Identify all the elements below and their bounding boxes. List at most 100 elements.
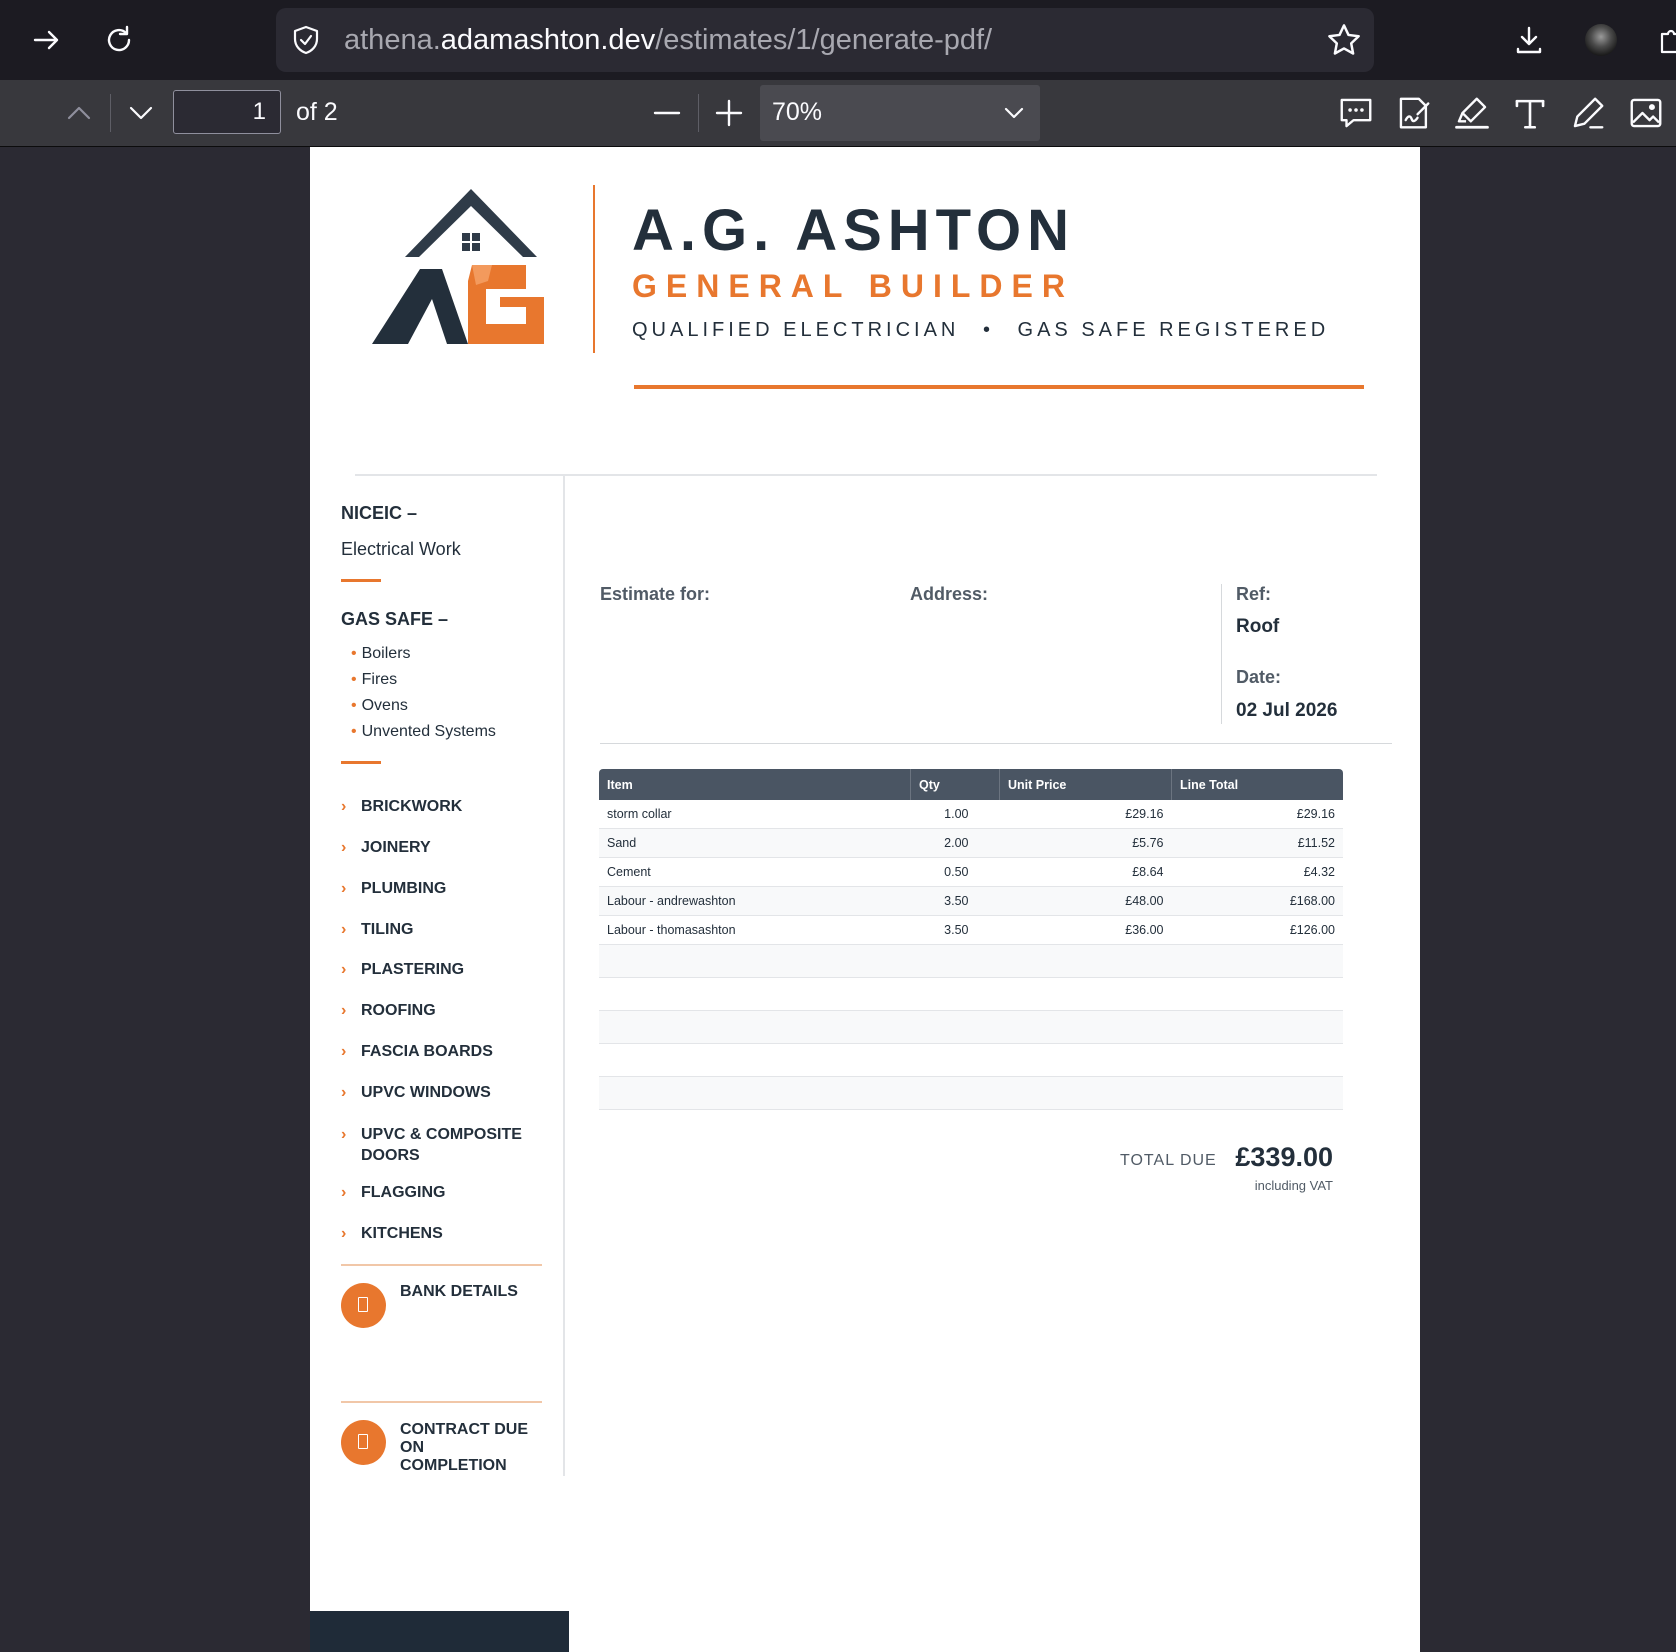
qty-cell: 1.00 <box>910 800 1000 829</box>
downloads-button[interactable] <box>1507 18 1551 62</box>
niceic-text: Electrical Work <box>341 539 461 559</box>
info-divider <box>600 743 1392 744</box>
download-icon <box>1516 26 1542 54</box>
col-item: Item <box>599 769 911 800</box>
ref-value: Roof <box>1236 616 1280 637</box>
brand-underline <box>634 385 1364 389</box>
avatar <box>1585 24 1617 56</box>
arrow-right-icon <box>33 30 59 50</box>
browser-toolbar: athena.adamashton.dev/estimates/1/genera… <box>0 0 1676 80</box>
toolbar-separator <box>110 94 111 132</box>
highlight-icon[interactable] <box>1453 94 1491 132</box>
service-plastering: › PLASTERING <box>341 961 465 978</box>
table-row: Labour - thomasashton 3.50 £36.00 £126.0… <box>599 915 1343 945</box>
table-row: Cement 0.50 £8.64 £4.32 <box>599 857 1343 887</box>
pdf-viewer[interactable]: A.G. ASHTON GENERAL BUILDER QUALIFIED EL… <box>0 147 1676 1652</box>
line-total-cell: £11.52 <box>1171 828 1343 858</box>
bank-details-heading: BANK DETAILS <box>400 1283 518 1300</box>
col-line-total: Line Total <box>1171 769 1343 800</box>
accent-rule <box>341 579 381 582</box>
service-tiling: › TILING <box>341 921 414 938</box>
pdf-toolbar: 1 of 2 70% <box>0 80 1676 147</box>
unit-price-cell: £5.76 <box>999 828 1172 858</box>
qty-cell: 0.50 <box>910 857 1000 887</box>
empty-row <box>599 944 1343 978</box>
company-subtitle: GENERAL BUILDER <box>632 268 1074 304</box>
service-plumbing: › PLUMBING <box>341 880 447 897</box>
empty-row <box>599 1010 1343 1044</box>
account-button[interactable] <box>1579 18 1623 62</box>
add-image-icon[interactable] <box>1627 94 1665 132</box>
line-total-cell: £168.00 <box>1171 886 1343 916</box>
text-icon[interactable] <box>1511 94 1549 132</box>
empty-row <box>599 977 1343 1011</box>
ref-label: Ref: <box>1236 584 1271 604</box>
zoom-out-icon[interactable] <box>652 98 682 128</box>
extensions-button[interactable] <box>1650 18 1676 62</box>
ag-logo <box>372 189 544 344</box>
vat-note: including VAT <box>1254 1178 1333 1193</box>
gas-safe-heading: GAS SAFE – <box>341 609 449 629</box>
total-due-amount: £339.00 <box>1235 1142 1333 1172</box>
next-page-icon[interactable] <box>126 98 156 128</box>
zoom-select[interactable]: 70% <box>760 85 1040 141</box>
line-total-cell: £4.32 <box>1171 857 1343 887</box>
line-total-cell: £29.16 <box>1171 800 1343 829</box>
ref-divider <box>1221 584 1222 724</box>
niceic-heading: NICEIC – <box>341 503 418 523</box>
page-number-input[interactable]: 1 <box>173 90 281 134</box>
sidebar-divider <box>563 476 565 1476</box>
comment-icon[interactable] <box>1337 94 1375 132</box>
item-cell: Labour - thomasashton <box>599 915 911 945</box>
address-bar[interactable]: athena.adamashton.dev/estimates/1/genera… <box>276 8 1374 72</box>
line-items-table: Item Qty Unit Price Line Total storm col… <box>599 769 1343 1110</box>
service-brickwork: › BRICKWORK <box>341 798 463 815</box>
contract-heading: CONTRACT DUE ON COMPLETION <box>400 1421 528 1474</box>
address-label: Address: <box>910 584 989 604</box>
gas-item: • Ovens <box>351 697 408 714</box>
gas-item: • Unvented Systems <box>351 723 496 740</box>
zoom-in-icon[interactable] <box>714 98 744 128</box>
date-label: Date: <box>1236 667 1282 687</box>
chevron-down-icon <box>1004 107 1024 119</box>
col-qty: Qty <box>910 769 1000 800</box>
item-cell: Sand <box>599 828 911 858</box>
shield-icon <box>293 25 319 55</box>
reload-button[interactable] <box>97 18 141 62</box>
draw-pen-icon[interactable] <box>1569 94 1607 132</box>
unit-price-cell: £36.00 <box>999 915 1172 945</box>
company-tagline: QUALIFIED ELECTRICIAN • GAS SAFE REGISTE… <box>632 319 1329 342</box>
col-unit-price: Unit Price <box>999 769 1172 800</box>
estimate-for-label: Estimate for: <box>600 584 711 604</box>
tagline-electrician: QUALIFIED ELECTRICIAN <box>632 319 960 341</box>
qty-cell: 2.00 <box>910 828 1000 858</box>
item-cell: Cement <box>599 857 911 887</box>
service-upvc-windows: › UPVC WINDOWS <box>341 1084 491 1101</box>
unit-price-cell: £29.16 <box>999 800 1172 829</box>
tagline-gas-safe: GAS SAFE REGISTERED <box>1017 319 1330 341</box>
previous-page-icon[interactable] <box>64 98 94 128</box>
gas-item: • Fires <box>351 671 398 688</box>
date-value: 02 Jul 2026 <box>1236 700 1338 721</box>
service-roofing: › ROOFING <box>341 1002 436 1019</box>
signature-icon[interactable] <box>1395 94 1433 132</box>
service-kitchens: › KITCHENS <box>341 1225 443 1242</box>
url-text: athena.adamashton.dev/estimates/1/genera… <box>344 24 993 56</box>
total-due-label: TOTAL DUE <box>1120 1152 1217 1169</box>
accent-rule <box>341 761 381 764</box>
puzzle-icon <box>1660 29 1676 54</box>
empty-row <box>599 1076 1343 1110</box>
unit-price-cell: £8.64 <box>999 857 1172 887</box>
zoom-value: 70% <box>772 98 823 126</box>
empty-row <box>599 1043 1343 1077</box>
service-upvc-composite-doors: › UPVC & COMPOSITE DOORS <box>341 1126 522 1164</box>
qty-cell: 3.50 <box>910 915 1000 945</box>
gas-item: • Boilers <box>351 645 411 662</box>
page-footer-band <box>310 1611 569 1652</box>
pdf-page: A.G. ASHTON GENERAL BUILDER QUALIFIED EL… <box>310 147 1420 1652</box>
bookmark-star-icon[interactable] <box>1326 22 1362 58</box>
service-fascia-boards: › FASCIA BOARDS <box>341 1043 493 1060</box>
forward-button[interactable] <box>25 18 69 62</box>
logo-divider <box>593 185 595 353</box>
toolbar-separator <box>698 94 699 132</box>
